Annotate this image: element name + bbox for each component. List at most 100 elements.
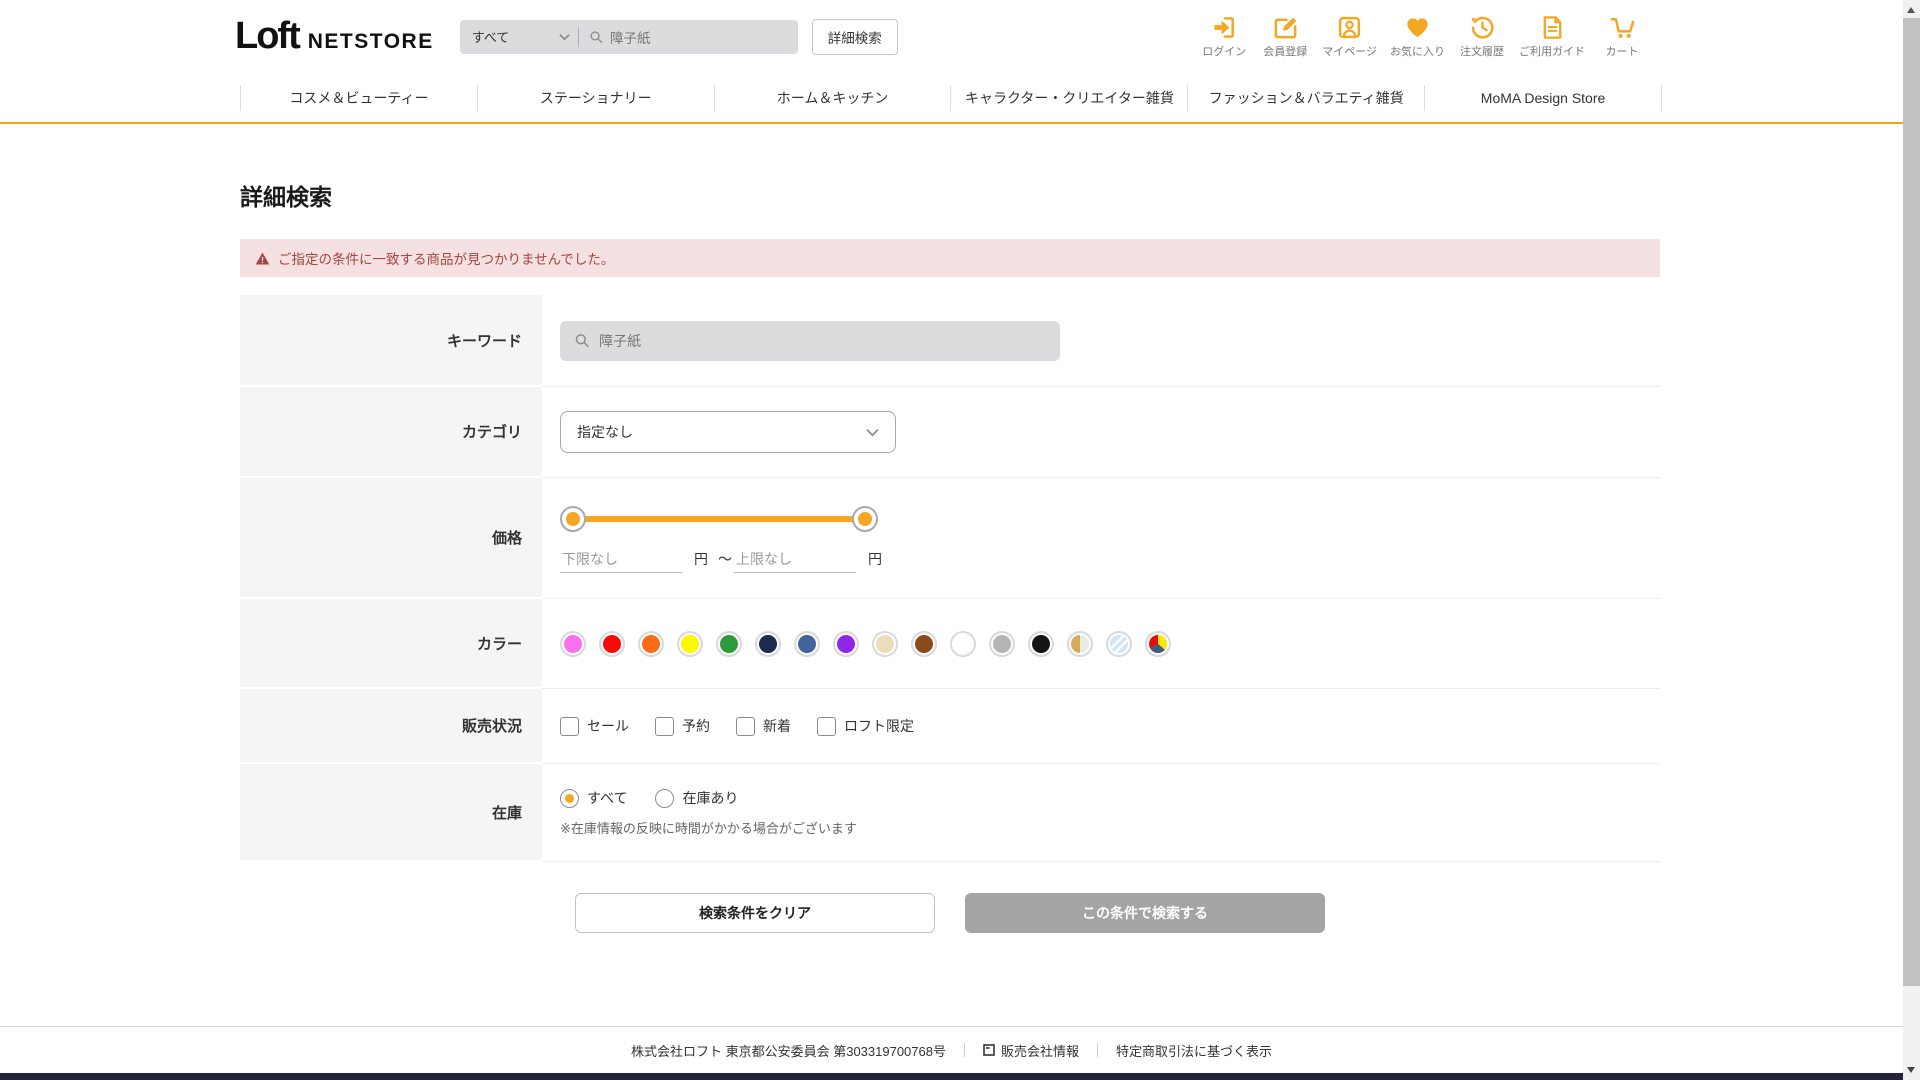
nav-item-cosme-beauty[interactable]: コスメ＆ビューティー [241, 88, 477, 108]
order-history-icon [1471, 16, 1494, 39]
checkbox-sale[interactable]: セール [560, 716, 629, 736]
nav-item-moma-design-store[interactable]: MoMA Design Store [1425, 90, 1661, 106]
favorites-link[interactable]: お気に入り [1390, 14, 1445, 59]
scrollbar-thumb[interactable] [1903, 18, 1920, 986]
color-swatch-purple[interactable] [833, 630, 859, 657]
nav-item-stationery[interactable]: ステーショナリー [478, 88, 714, 108]
member-register-link[interactable]: 会員登録 [1261, 14, 1309, 59]
warning-icon [255, 252, 270, 264]
radio-stock-in-stock[interactable]: 在庫あり [655, 788, 738, 808]
stock-options: すべて 在庫あり [560, 788, 1660, 808]
color-swatch-white[interactable] [950, 630, 976, 657]
color-swatch-gold-silver[interactable] [1067, 630, 1093, 657]
radio-icon [655, 788, 675, 808]
detail-search-button[interactable]: 詳細検索 [811, 18, 898, 55]
footer: 株式会社ロフト 東京都公安委員会 第303319700768号 販売会社情報 特… [0, 1026, 1903, 1073]
nav-item-home-kitchen[interactable]: ホーム＆キッチン [715, 88, 951, 108]
page: Loft NETSTORE すべて 詳細検索 ログイン 会員登録 [0, 0, 1920, 1080]
nav-item-character-goods[interactable]: キャラクター・クリエイター雑貨 [951, 88, 1187, 108]
scrollbar-up-arrow-icon[interactable] [1907, 7, 1915, 13]
swatch-fill [876, 634, 894, 653]
nav-divider [1660, 84, 1662, 111]
form-row-stock: 在庫 すべて 在庫あり ※在庫情報の反映に時間がかかる場合がございます [240, 764, 1660, 862]
login-link[interactable]: ログイン [1200, 14, 1248, 59]
sales-status-label: 販売状況 [240, 689, 542, 764]
category-content: 指定なし [542, 387, 1660, 478]
footer-link-seller-info[interactable]: 販売会社情報 [983, 1041, 1079, 1060]
price-max-input[interactable] [734, 551, 856, 573]
cart-link[interactable]: カート [1598, 14, 1646, 59]
no-results-alert: ご指定の条件に一致する商品が見つかりませんでした。 [240, 239, 1660, 277]
sales-status-options: セール 予約 新着 ロフト限定 [560, 716, 1660, 736]
checkbox-reservation[interactable]: 予約 [655, 716, 710, 736]
stock-note: ※在庫情報の反映に時間がかかる場合がございます [560, 821, 857, 836]
swatch-fill [915, 634, 933, 653]
radio-stock-all[interactable]: すべて [560, 788, 627, 808]
sales-status-content: セール 予約 新着 ロフト限定 [542, 689, 1660, 764]
loft-logo[interactable]: Loft NETSTORE [235, 15, 434, 58]
swatch-fill [798, 634, 816, 653]
scrollbar-down-arrow-icon[interactable] [1907, 1067, 1915, 1073]
order-history-link[interactable]: 注文履歴 [1458, 14, 1506, 59]
footer-link-commercial-law[interactable]: 特定商取引法に基づく表示 [1116, 1041, 1272, 1060]
color-swatch-brown[interactable] [911, 630, 937, 657]
form-row-sales-status: 販売状況 セール 予約 新着 ロフト限定 [240, 689, 1660, 764]
price-content: 円 ～ 円 [542, 478, 1660, 599]
color-swatch-blue[interactable] [794, 630, 820, 657]
favorites-heart-icon [1407, 18, 1428, 38]
swatch-fill [720, 634, 738, 653]
header-quicklinks: ログイン 会員登録 マイページ お気に入り 注文履歴 ご利用ガイド カート [1200, 14, 1646, 59]
checkbox-icon [736, 716, 755, 736]
form-row-price: 価格 円 ～ 円 [240, 478, 1660, 599]
keyword-content [542, 295, 1660, 387]
checkbox-loft-limited[interactable]: ロフト限定 [817, 716, 914, 736]
cart-icon [1610, 18, 1634, 38]
price-label: 価格 [240, 478, 542, 599]
price-slider-min-handle[interactable] [560, 506, 586, 532]
swatch-fill [564, 634, 582, 653]
price-inputs: 円 ～ 円 [560, 549, 1660, 573]
color-swatch-gray[interactable] [989, 630, 1015, 657]
search-icon [575, 334, 589, 348]
category-nav: コスメ＆ビューティー ステーショナリー ホーム＆キッチン キャラクター・クリエイ… [0, 73, 1920, 124]
color-swatch-pink[interactable] [560, 630, 586, 657]
color-swatch-clear[interactable] [1106, 630, 1132, 657]
no-results-message: ご指定の条件に一致する商品が見つかりませんでした。 [278, 252, 615, 267]
price-slider-max-handle[interactable] [852, 506, 878, 532]
color-swatches [560, 630, 1660, 657]
swatch-fill [1032, 634, 1050, 653]
guide-link[interactable]: ご利用ガイド [1519, 14, 1585, 59]
chevron-down-icon [866, 428, 879, 436]
search-icon [590, 30, 602, 43]
keyword-input[interactable] [599, 332, 1046, 349]
swatch-fill [1149, 634, 1167, 653]
order-history-label: 注文履歴 [1460, 46, 1504, 58]
price-slider-track[interactable] [572, 516, 866, 522]
price-max-unit: 円 [868, 551, 882, 567]
header-search-bar: すべて [459, 19, 798, 54]
checkbox-icon [560, 716, 579, 736]
color-swatch-navy[interactable] [755, 630, 781, 657]
mypage-link[interactable]: マイページ [1322, 14, 1377, 59]
vertical-scrollbar[interactable] [1903, 0, 1920, 1080]
color-swatch-black[interactable] [1028, 630, 1054, 657]
header-search-input[interactable] [609, 29, 788, 44]
color-swatch-green[interactable] [716, 630, 742, 657]
form-row-category: カテゴリ 指定なし [240, 387, 1660, 478]
nav-item-fashion-variety[interactable]: ファッション＆バラエティ雑貨 [1188, 88, 1424, 108]
search-category-select[interactable]: すべて [460, 20, 578, 54]
color-swatch-yellow[interactable] [677, 630, 703, 657]
search-with-conditions-button[interactable]: この条件で検索する [965, 893, 1325, 933]
footer-link-commercial-law-label: 特定商取引法に基づく表示 [1115, 1043, 1272, 1059]
swatch-fill [1110, 634, 1128, 653]
price-min-input[interactable] [560, 551, 682, 573]
clear-conditions-button[interactable]: 検索条件をクリア [575, 893, 935, 933]
checkbox-new-arrival[interactable]: 新着 [736, 716, 791, 736]
color-swatch-multicolor[interactable] [1145, 630, 1171, 657]
color-swatch-orange[interactable] [638, 630, 664, 657]
category-select[interactable]: 指定なし [560, 411, 896, 453]
color-label: カラー [240, 599, 542, 689]
form-row-keyword: キーワード [240, 295, 1660, 387]
color-swatch-beige[interactable] [872, 630, 898, 657]
color-swatch-red[interactable] [599, 630, 625, 657]
